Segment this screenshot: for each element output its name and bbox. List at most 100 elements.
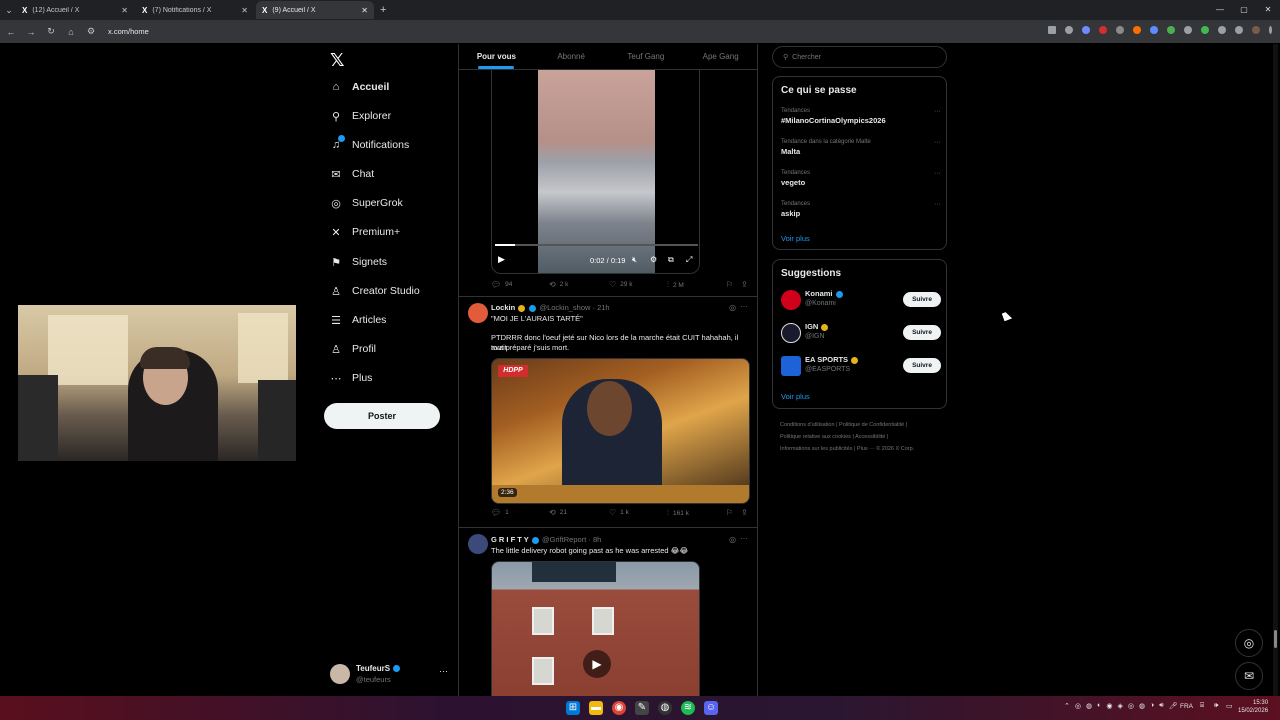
menu-icon[interactable] bbox=[1269, 26, 1272, 34]
extension-icon[interactable] bbox=[1099, 26, 1107, 34]
browser-tab-1[interactable]: X (12) Accueil / X ✕ bbox=[16, 1, 134, 19]
reply-button[interactable]: 💬︎ 1 bbox=[491, 508, 509, 517]
grok-icon[interactable]: ◎ bbox=[729, 535, 736, 544]
more-icon[interactable]: ··· bbox=[934, 201, 941, 208]
play-icon[interactable]: ▶ bbox=[498, 254, 505, 265]
network-icon[interactable]: ⌸ bbox=[1200, 702, 1204, 710]
tab-close-icon[interactable]: ✕ bbox=[241, 6, 248, 15]
author-handle-time[interactable]: @GriftReport · 8h bbox=[542, 535, 601, 544]
nav-item-chat[interactable]: ✉ Chat bbox=[330, 164, 374, 184]
repost-button[interactable]: ⟲ 21 bbox=[549, 508, 567, 517]
close-window-icon[interactable]: ✕ bbox=[1256, 0, 1280, 20]
avatar[interactable] bbox=[781, 356, 801, 376]
trends-see-more-link[interactable]: Voir plus bbox=[781, 234, 810, 243]
trend-item[interactable]: Tendance dans la catégorie Malte Malta ·… bbox=[781, 139, 941, 156]
footer-line[interactable]: Politique relative aux cookies | Accessi… bbox=[780, 431, 950, 443]
battery-icon[interactable]: ▭ bbox=[1226, 702, 1233, 710]
discord-icon[interactable]: ☺ bbox=[704, 701, 718, 715]
extension-icon[interactable] bbox=[1167, 26, 1175, 34]
avatar[interactable] bbox=[468, 534, 488, 554]
nav-item-creator-studio[interactable]: ♙ Creator Studio bbox=[330, 281, 420, 301]
nav-item-notifications[interactable]: ♫ Notifications bbox=[330, 135, 409, 155]
author-name[interactable]: Lockin bbox=[491, 303, 515, 312]
more-icon[interactable]: ··· bbox=[439, 666, 448, 676]
more-icon[interactable]: ··· bbox=[934, 108, 941, 115]
more-icon[interactable]: ··· bbox=[740, 534, 748, 543]
tray-icon[interactable]: ◍ bbox=[1139, 702, 1145, 710]
follow-button[interactable]: Suivre bbox=[903, 292, 941, 307]
tray-icon[interactable]: ◎ bbox=[1075, 702, 1081, 710]
profile-avatar-icon[interactable] bbox=[1252, 26, 1260, 34]
tab-following[interactable]: Abonné bbox=[534, 44, 609, 69]
tab-close-icon[interactable]: ✕ bbox=[361, 6, 368, 15]
video-progress-bar[interactable] bbox=[495, 244, 698, 246]
more-icon[interactable]: ··· bbox=[740, 302, 748, 311]
grok-float-button[interactable]: ◎ bbox=[1235, 629, 1263, 657]
tray-icon[interactable]: ◍ bbox=[1086, 702, 1092, 710]
nav-item-bookmarks[interactable]: ⚑ Signets bbox=[330, 252, 387, 272]
forward-icon[interactable]: → bbox=[26, 27, 36, 37]
messages-float-button[interactable]: ✉ bbox=[1235, 662, 1263, 690]
author-handle-time[interactable]: @Lockin_show · 21h bbox=[539, 303, 609, 312]
video-player[interactable]: ▶ 0:02 / 0:19 🔇︎ ⚙ ⧉ ⤢ bbox=[491, 70, 700, 274]
avatar[interactable] bbox=[781, 323, 801, 343]
puzzle-icon[interactable] bbox=[1218, 26, 1226, 34]
extension-icon[interactable] bbox=[1184, 26, 1192, 34]
tab-teuf-gang[interactable]: Teuf Gang bbox=[609, 44, 684, 69]
extension-icon[interactable] bbox=[1201, 26, 1209, 34]
avatar[interactable] bbox=[781, 290, 801, 310]
video-thumbnail[interactable]: HDPP 2:36 bbox=[491, 358, 750, 504]
bookmark-button[interactable]: ⚐ bbox=[726, 280, 733, 289]
spotify-icon[interactable]: ≋ bbox=[681, 701, 695, 715]
minimize-icon[interactable]: — bbox=[1208, 0, 1232, 20]
reload-icon[interactable]: ↻ bbox=[46, 26, 56, 37]
nav-item-premium[interactable]: ✕ Premium+ bbox=[330, 222, 400, 242]
tray-icon[interactable]: ◑ bbox=[1150, 702, 1154, 710]
trend-item[interactable]: Tendances askip ··· bbox=[781, 201, 941, 218]
views-button[interactable]: ⫶ 161 k bbox=[667, 508, 689, 518]
suggestion-item[interactable]: IGN @IGN Suivre bbox=[781, 321, 941, 345]
tray-icon[interactable]: ◈ bbox=[1117, 702, 1122, 710]
site-info-icon[interactable]: ⚙ bbox=[86, 26, 96, 37]
home-browser-icon[interactable]: ⌂ bbox=[66, 27, 76, 37]
tab-ape-gang[interactable]: Ape Gang bbox=[683, 44, 757, 69]
volume-icon[interactable]: 🕪︎ bbox=[1214, 702, 1218, 710]
url-field[interactable]: x.com/home bbox=[108, 27, 149, 36]
reply-button[interactable]: 💬︎ 94 bbox=[491, 280, 512, 289]
more-icon[interactable]: ··· bbox=[934, 170, 941, 177]
keyboard-language[interactable]: FRA bbox=[1180, 703, 1193, 710]
trend-item[interactable]: Tendances vegeto ··· bbox=[781, 170, 941, 187]
clock[interactable]: 15:30 15/02/2026 bbox=[1238, 699, 1268, 715]
repost-button[interactable]: ⟲ 2 k bbox=[549, 280, 568, 289]
account-switcher[interactable]: TeufeurS @teufeurs ··· bbox=[330, 662, 450, 686]
tab-close-icon[interactable]: ✕ bbox=[121, 6, 128, 15]
star-icon[interactable] bbox=[1065, 26, 1073, 34]
follow-button[interactable]: Suivre bbox=[903, 325, 941, 340]
pip-icon[interactable]: ⧉ bbox=[668, 255, 674, 265]
nav-item-supergrok[interactable]: ◎ SuperGrok bbox=[330, 193, 403, 213]
nav-item-articles[interactable]: ☰ Articles bbox=[330, 310, 386, 330]
nav-item-home[interactable]: ⌂ Accueil bbox=[330, 77, 390, 97]
suggestion-item[interactable]: Konami @Konami Suivre bbox=[781, 288, 941, 312]
cast-icon[interactable] bbox=[1048, 26, 1056, 34]
tray-icon[interactable]: ◐ bbox=[1097, 702, 1101, 710]
share-button[interactable]: ⇪ bbox=[741, 280, 748, 289]
extension-icon[interactable] bbox=[1133, 26, 1141, 34]
obs-icon[interactable]: ◍ bbox=[658, 701, 672, 715]
play-icon[interactable]: ▶ bbox=[583, 650, 611, 678]
back-icon[interactable]: ← bbox=[6, 27, 16, 37]
extension-icon[interactable] bbox=[1116, 26, 1124, 34]
more-icon[interactable]: ··· bbox=[934, 139, 941, 146]
tab-for-you[interactable]: Pour vous bbox=[459, 44, 534, 69]
post-button[interactable]: Poster bbox=[324, 403, 440, 429]
trend-item[interactable]: Tendances #MilanoCortinaOlympics2026 ··· bbox=[781, 108, 941, 125]
extension-icon[interactable] bbox=[1082, 26, 1090, 34]
mute-icon[interactable]: 🔇︎ bbox=[632, 255, 637, 265]
video-thumbnail[interactable]: ▶ bbox=[491, 561, 700, 696]
windows-start-icon[interactable]: ⊞ bbox=[566, 701, 580, 715]
sidebar-icon[interactable] bbox=[1235, 26, 1243, 34]
x-logo-icon[interactable]: 𝕏 bbox=[330, 50, 345, 71]
settings-icon[interactable]: ⚙ bbox=[650, 255, 657, 264]
tray-up-icon[interactable]: ⌃ bbox=[1064, 702, 1070, 710]
grok-icon[interactable]: ◎ bbox=[729, 303, 736, 312]
